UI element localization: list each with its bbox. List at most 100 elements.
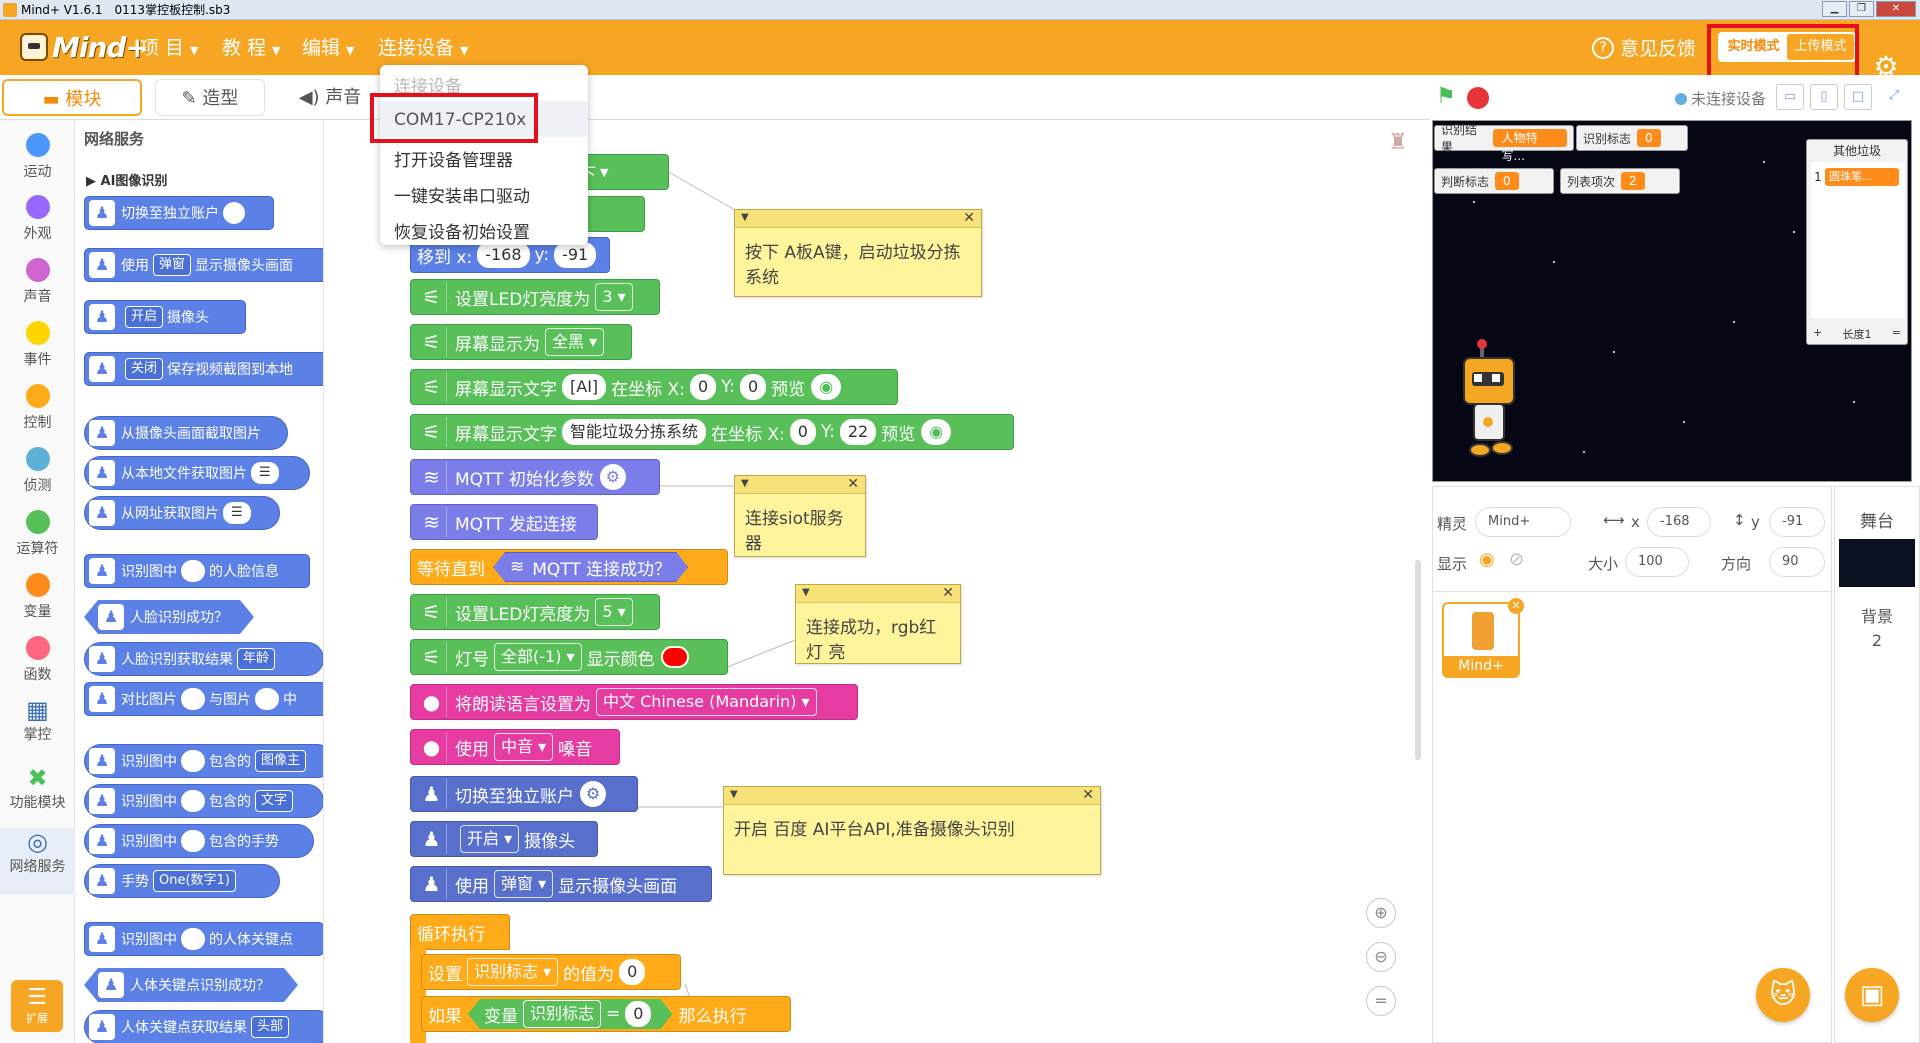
variable-reporter[interactable]: 识别标志	[523, 1000, 601, 1028]
comment-note-2[interactable]: ▼ ✕ 连接siot服务器	[734, 475, 866, 557]
script-block-forever[interactable]: 循环执行	[410, 914, 510, 950]
tab-sound[interactable]: ◀) 声音	[280, 79, 380, 116]
category-looks[interactable]: 外观	[0, 192, 75, 250]
maximize-button[interactable]: ❐	[1849, 1, 1874, 17]
add-backdrop-icon[interactable]: ▣	[1845, 968, 1899, 1022]
palette-block-compare-images[interactable]: ♟ 对比图片 与图片 中	[84, 682, 323, 716]
script-block-mqtt-connect[interactable]: ≋ MQTT 发起连接	[410, 504, 598, 540]
code-workspace[interactable]: 按下▼ ED 移到 x:-168y:-91 ⚟设置LED灯亮度为3 ▾ ⚟屏幕显…	[325, 120, 1430, 1043]
palette-block-camera-off[interactable]: ♟ 关闭 保存视频截图到本地	[84, 352, 323, 386]
script-block-if[interactable]: 如果 变量 识别标志 = 0 那么执行	[421, 996, 791, 1032]
script-block-screen-fill[interactable]: ⚟ 屏幕显示为 全黑 ▾	[410, 324, 632, 360]
eye-icon[interactable]: ◉	[811, 374, 842, 400]
normal-stage-icon[interactable]: ▯	[1810, 84, 1838, 110]
category-operators[interactable]: 运算符	[0, 507, 75, 565]
y-input[interactable]: 22	[839, 419, 877, 445]
category-functions[interactable]: 函数	[0, 633, 75, 691]
category-sound[interactable]: 声音	[0, 255, 75, 313]
tab-code[interactable]: ▬ 模块	[2, 79, 142, 116]
value-input[interactable]: 0	[619, 959, 646, 985]
close-icon[interactable]: ✕	[847, 476, 859, 492]
gear-icon[interactable]: ⚙	[580, 781, 606, 807]
y-input[interactable]: -91	[554, 242, 597, 268]
add-sprite-icon[interactable]: 🐱	[1756, 968, 1810, 1022]
reset-device-item[interactable]: 恢复设备初始设置	[394, 218, 530, 243]
list-add-button[interactable]: +	[1813, 326, 1822, 342]
script-block-camera-on[interactable]: ♟ 开启 ▾ 摄像头	[410, 821, 598, 857]
menu-project[interactable]: 项 目 ▼	[140, 33, 199, 63]
install-driver-item[interactable]: 一键安装串口驱动	[394, 182, 530, 207]
variable-dropdown[interactable]: 识别标志 ▾	[467, 958, 559, 986]
comment-note-1[interactable]: ▼ ✕ 按下 A板A键，启动垃圾分拣 系统	[734, 209, 982, 297]
script-block-rgb-lamp[interactable]: ⚟ 灯号 全部(-1) ▾ 显示颜色	[410, 639, 728, 675]
category-control[interactable]: 控制	[0, 381, 75, 439]
color-picker[interactable]	[660, 646, 689, 668]
comment-text[interactable]: 连接siot服务器	[735, 494, 865, 564]
screen-fill-dropdown[interactable]: 全黑 ▾	[545, 328, 605, 356]
x-input[interactable]: 0	[789, 419, 816, 445]
mindplus-sprite[interactable]	[1458, 338, 1526, 468]
open-device-manager-item[interactable]: 打开设备管理器	[394, 146, 513, 171]
comment-note-3[interactable]: ▼ ✕ 连接成功，rgb红灯 亮	[795, 584, 961, 664]
x-position-input[interactable]: -168	[1647, 507, 1711, 537]
palette-block-show-camera[interactable]: ♟ 使用 弹窗 显示摄像头画面	[84, 248, 323, 282]
brightness-dropdown[interactable]: 3 ▾	[595, 283, 633, 311]
lamp-dropdown[interactable]: 全部(-1) ▾	[494, 643, 582, 671]
block-dropdown[interactable]: 年龄	[237, 648, 276, 670]
close-icon[interactable]: ✕	[942, 585, 954, 601]
direction-input[interactable]: 90	[1769, 547, 1825, 577]
delete-sprite-icon[interactable]: ✕	[1508, 598, 1524, 614]
workspace-scrollbar[interactable]	[1415, 560, 1421, 760]
eye-icon[interactable]: ◉	[921, 419, 952, 445]
language-dropdown[interactable]: 中文 Chinese (Mandarin) ▾	[596, 688, 817, 716]
block-input-slot[interactable]	[255, 688, 279, 710]
category-mpython[interactable]: ▦ 掌控	[0, 696, 75, 754]
zoom-in-icon[interactable]: ⊕	[1366, 898, 1396, 928]
palette-block-face-success[interactable]: ♟ 人脸识别成功？	[84, 600, 254, 634]
monitor-list-item[interactable]: 列表项次 2	[1560, 168, 1680, 194]
block-dropdown[interactable]: 文字	[255, 790, 294, 812]
block-dropdown[interactable]: 头部	[251, 1016, 290, 1038]
palette-block-url-image[interactable]: ♟ 从网址获取图片 ☰	[84, 496, 280, 530]
category-events[interactable]: 事件	[0, 318, 75, 376]
list-icon[interactable]: ☰	[223, 502, 251, 524]
block-input-slot[interactable]	[181, 560, 205, 582]
list-icon[interactable]: ☰	[251, 462, 279, 484]
palette-block-body-success[interactable]: ♟ 人体关键点识别成功？	[84, 968, 298, 1002]
palette-block-image-text[interactable]: ♟ 识别图中 包含的 文字	[84, 784, 323, 818]
extension-button[interactable]: ☰ 扩展	[11, 980, 63, 1032]
palette-block-capture-camera[interactable]: ♟ 从摄像头画面截取图片	[84, 416, 288, 450]
palette-block-gesture[interactable]: ♟ 识别图中 包含的手势	[84, 824, 314, 858]
palette-block-camera-on[interactable]: ♟ 开启 摄像头	[84, 300, 246, 334]
palette-block-face-info[interactable]: ♟ 识别图中 的人脸信息	[84, 554, 310, 588]
monitor-judge-flag[interactable]: 判断标志 0	[1434, 168, 1554, 194]
small-stage-icon[interactable]: ▭	[1776, 84, 1804, 110]
category-motion[interactable]: 运动	[0, 130, 75, 188]
menu-tutorial[interactable]: 教 程 ▼	[222, 33, 281, 63]
fullscreen-icon[interactable]: ⤢	[1880, 84, 1908, 110]
sprite-name-input[interactable]: Mind+	[1475, 507, 1571, 537]
text-input[interactable]: [AI]	[562, 374, 607, 400]
block-dropdown[interactable]: One(数字1)	[153, 870, 236, 892]
category-sensing[interactable]: 侦测	[0, 444, 75, 502]
palette-block-image-subject[interactable]: ♟ 识别图中 包含的 图像主	[84, 744, 323, 778]
comment-text[interactable]: 按下 A板A键，启动垃圾分拣 系统	[735, 228, 981, 298]
brightness-dropdown[interactable]: 5 ▾	[595, 598, 633, 626]
block-input-slot[interactable]	[181, 830, 205, 852]
collapse-triangle-icon[interactable]: ▼	[730, 789, 738, 800]
size-input[interactable]: 100	[1625, 547, 1689, 577]
large-stage-icon[interactable]: □	[1844, 84, 1872, 110]
script-block-wait-until[interactable]: 等待直到 ≋ MQTT 连接成功？	[410, 549, 728, 585]
comment-text[interactable]: 开启 百度 AI平台API,准备摄像头识别	[724, 805, 1100, 850]
camera-dropdown[interactable]: 开启 ▾	[460, 825, 520, 853]
y-position-input[interactable]: -91	[1769, 507, 1825, 537]
script-block-tts-voice[interactable]: ● 使用 中音 ▾ 嗓音	[410, 729, 620, 765]
palette-block-gesture-value[interactable]: ♟ 手势 One(数字1)	[84, 864, 280, 898]
list-resize-handle[interactable]: =	[1892, 326, 1901, 342]
comment-note-4[interactable]: ▼ ✕ 开启 百度 AI平台API,准备摄像头识别	[723, 786, 1101, 875]
block-input-slot[interactable]	[181, 790, 205, 812]
palette-block-face-result[interactable]: ♟ 人脸识别获取结果 年龄	[84, 642, 323, 676]
block-dropdown[interactable]: 弹窗	[153, 254, 192, 276]
close-icon[interactable]: ✕	[1082, 787, 1094, 803]
script-block-screen-text-2[interactable]: ⚟ 屏幕显示文字 智能垃圾分拣系统 在坐标 X: 0 Y: 22 预览 ◉	[410, 414, 1014, 450]
